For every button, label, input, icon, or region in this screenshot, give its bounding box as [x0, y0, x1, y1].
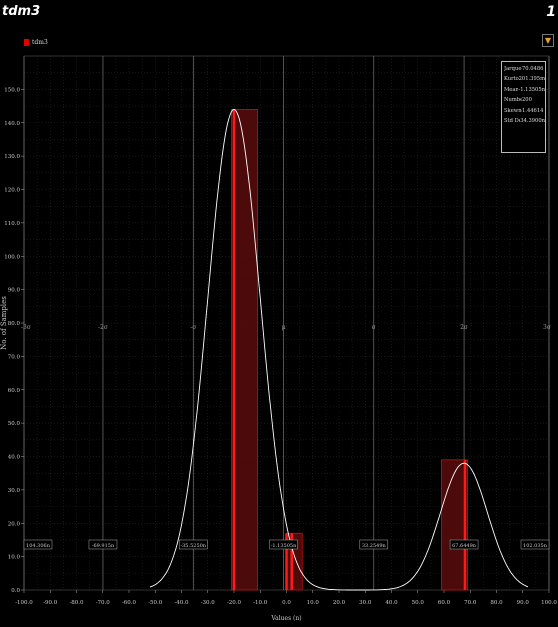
x-tick-label: 40.0: [385, 600, 398, 606]
sigma-marker-label: 104.306n: [26, 543, 51, 549]
y-tick-label: 110.0: [4, 221, 20, 227]
x-axis-label: Values (n): [270, 615, 301, 622]
sigma-marker-label: -35.5250n: [180, 543, 206, 549]
y-tick-label: 50.0: [8, 421, 21, 427]
x-tick-label: -50.0: [148, 600, 163, 606]
sigma-marker-label: 33.2549n: [362, 543, 387, 549]
sigma-label: μ: [282, 324, 286, 331]
stat-value: 200: [522, 97, 532, 104]
sigma-marker-label: -1.13505n: [271, 543, 297, 549]
x-tick-label: -30.0: [201, 600, 216, 606]
y-tick-label: 20.0: [8, 521, 21, 527]
y-tick-label: 120.0: [4, 188, 20, 194]
x-tick-label: -100.0: [15, 600, 33, 606]
x-tick-label: 80.0: [490, 600, 503, 606]
stat-key: Std Dev: [504, 118, 520, 125]
x-tick-label: -20.0: [227, 600, 242, 606]
y-tick-label: 60.0: [8, 388, 21, 394]
y-tick-label: 30.0: [8, 488, 21, 494]
sigma-marker: 102.035n: [520, 539, 550, 550]
y-tick-label: 70.0: [8, 354, 21, 360]
y-axis-label: No. of Samples: [0, 296, 8, 350]
stat-value: 34.3900n: [520, 118, 545, 125]
sigma-label: 3σ: [543, 324, 551, 331]
x-tick-label: 30.0: [359, 600, 372, 606]
sigma-marker: -69.915n: [88, 539, 118, 550]
x-tick-label: -40.0: [174, 600, 189, 606]
y-tick-label: 40.0: [8, 455, 21, 461]
stat-row: Number200: [504, 95, 545, 105]
x-tick-label: 70.0: [464, 600, 477, 606]
x-tick-label: 50.0: [412, 600, 425, 606]
x-tick-label: 0.0: [282, 600, 291, 606]
y-tick-label: 130.0: [4, 154, 20, 160]
y-tick-label: 150.0: [4, 87, 20, 93]
stat-row: Skewness1.44614: [504, 106, 545, 116]
y-tick-label: 10.0: [8, 555, 21, 561]
stat-value: 1.44614: [522, 107, 544, 114]
sigma-marker: -35.5250n: [178, 539, 208, 550]
sigma-label: -3σ: [21, 324, 31, 331]
stat-value: -1.13505n: [518, 86, 545, 93]
x-tick-label: 10.0: [307, 600, 320, 606]
stat-key: Number: [504, 97, 522, 104]
x-tick-label: -80.0: [69, 600, 84, 606]
sigma-marker-label: -69.915n: [92, 543, 115, 549]
histogram-bar: [230, 109, 259, 591]
x-tick-label: 60.0: [438, 600, 451, 606]
y-tick-label: 100.0: [4, 254, 20, 260]
y-tick-label: 140.0: [4, 121, 20, 127]
stat-key: Kurtosis: [504, 76, 519, 83]
y-tick-label: 0.0: [11, 588, 20, 594]
stat-key: Jarque-Bera: [504, 66, 522, 72]
sigma-label: 2σ: [460, 324, 468, 331]
x-tick-label: -90.0: [43, 600, 58, 606]
sigma-marker-label: 102.035n: [523, 543, 548, 549]
sigma-label: -2σ: [98, 324, 108, 331]
statistics-panel: Jarque-Bera70.0486Kurtosis201.395mMean-1…: [501, 61, 546, 153]
sigma-marker: -1.13505n: [269, 539, 298, 550]
stat-value: 201.395m: [518, 76, 545, 83]
x-tick-label: 90.0: [517, 600, 530, 606]
sigma-marker: 33.2549n: [359, 539, 389, 550]
sigma-marker: 67.6449n: [449, 539, 479, 550]
stat-row: Jarque-Bera70.0486: [504, 64, 545, 74]
x-tick-label: -70.0: [96, 600, 111, 606]
x-tick-label: -60.0: [122, 600, 137, 606]
sigma-marker: 104.306n: [23, 539, 53, 550]
histogram-bar: [440, 459, 469, 591]
stat-row: Mean -1.13505n: [504, 85, 545, 95]
x-tick-label: -10.0: [253, 600, 268, 606]
y-tick-label: 80.0: [8, 321, 21, 327]
sigma-marker-label: 67.6449n: [452, 543, 477, 549]
stat-key: Mean: [504, 86, 519, 93]
x-tick-label: 100.0: [541, 600, 557, 606]
x-tick-label: 20.0: [333, 600, 346, 606]
histogram-chart: -3σ -2σ -σ μ σ 2σ 3σ 104.306n -69.915n -35.5250n -…: [0, 55, 557, 622]
y-tick-label: 90.0: [8, 288, 21, 294]
stat-value: 70.0486: [522, 66, 544, 72]
stat-row: Std Dev34.3900n: [504, 116, 545, 126]
stat-row: Kurtosis201.395m: [504, 74, 545, 84]
sigma-label: σ: [372, 324, 376, 331]
stat-key: Skewness: [504, 107, 522, 114]
sigma-label: -σ: [190, 324, 196, 331]
